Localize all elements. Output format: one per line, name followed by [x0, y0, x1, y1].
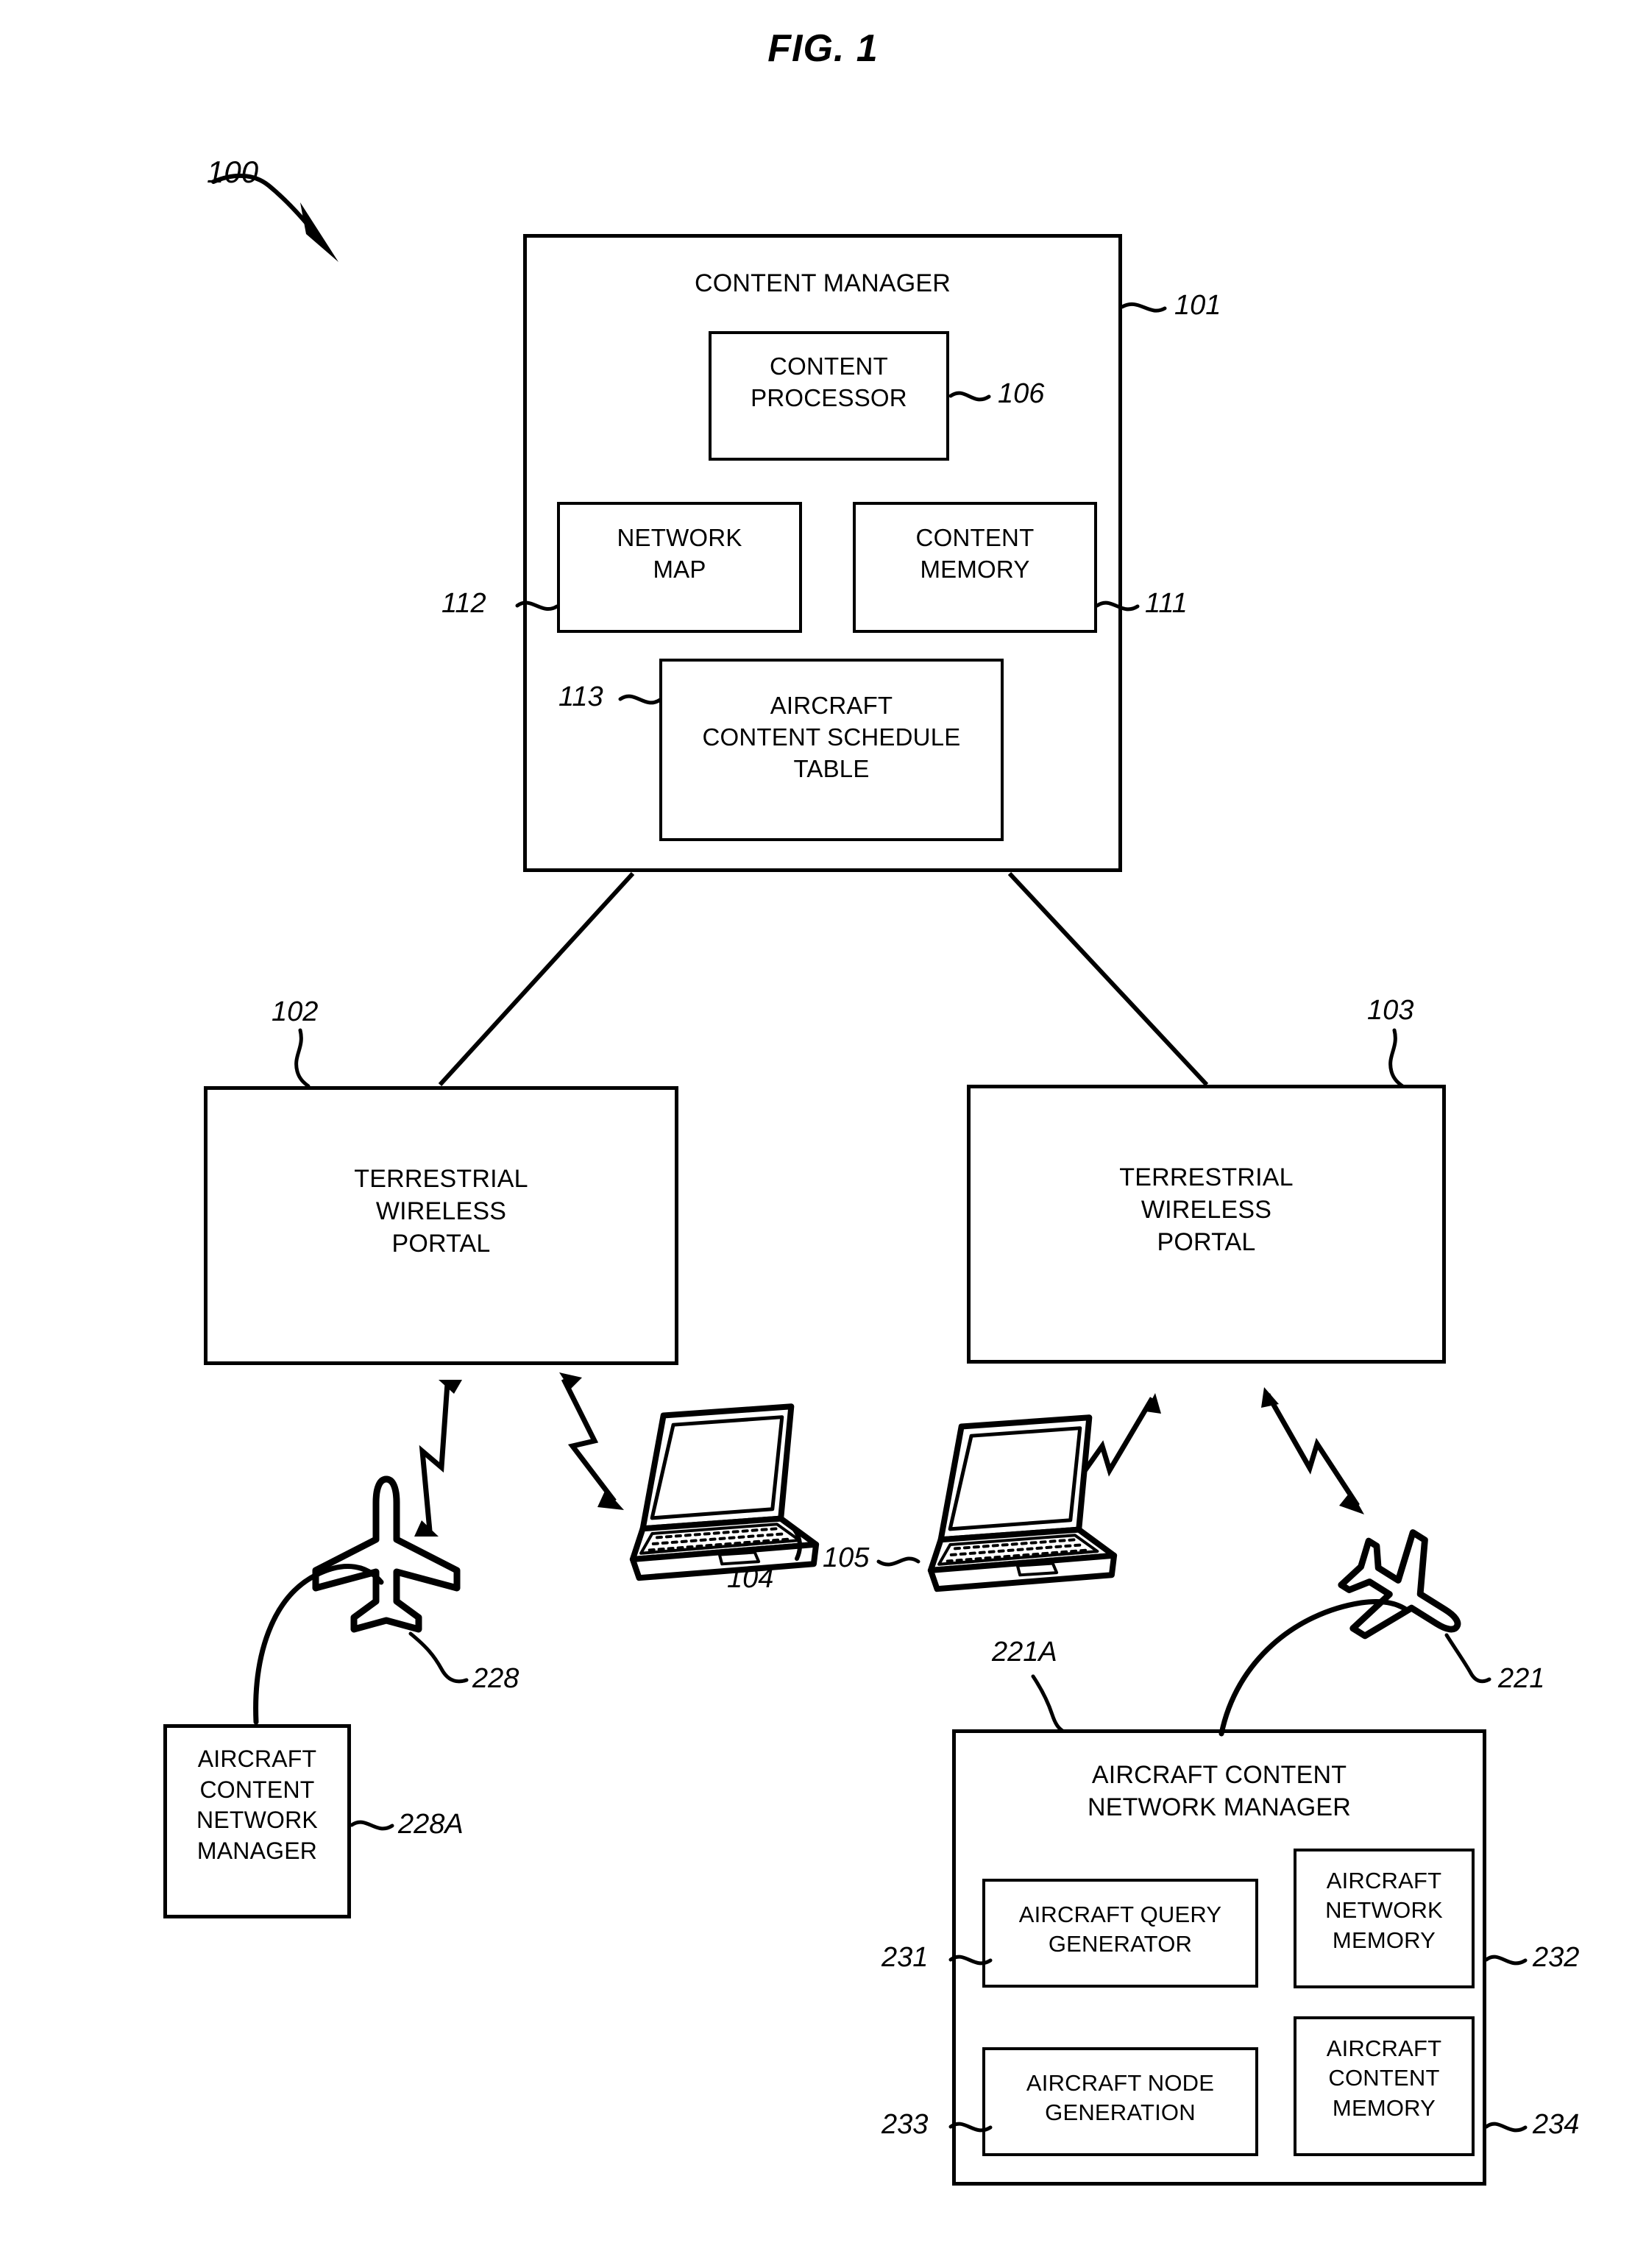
aircraft-network-memory-label: AIRCRAFT NETWORK MEMORY: [1325, 1868, 1443, 1953]
leader-103: [1388, 1028, 1405, 1088]
ref-233: 233: [881, 2109, 929, 2140]
ref-221A: 221A: [992, 1637, 1057, 1668]
leader-234: [1484, 2122, 1528, 2133]
network-map-label: NETWORK MAP: [617, 524, 742, 583]
leader-221: [1444, 1633, 1491, 1684]
aircraft-icon-221: [1338, 1529, 1461, 1640]
wireless-link-left-aircraft: [414, 1380, 462, 1537]
ref-104: 104: [727, 1563, 774, 1594]
aircraft-query-generator-label: AIRCRAFT QUERY GENERATOR: [1018, 1902, 1222, 1957]
ref-103: 103: [1367, 995, 1414, 1026]
ref-228A: 228A: [398, 1809, 464, 1840]
leader-102: [294, 1028, 311, 1088]
figure-page: FIG. 1 100 CONTENT MANAGER 101 CONTENT P…: [0, 0, 1646, 2268]
aircraft-content-memory-label: AIRCRAFT CONTENT MEMORY: [1326, 2035, 1442, 2121]
laptop-icon-104: [629, 1403, 820, 1581]
connector-cm-to-right-portal: [1007, 871, 1209, 1087]
aircraft-icon-228: [312, 1475, 461, 1633]
terrestrial-wireless-portal-left-label: TERRESTRIAL WIRELESS PORTAL: [354, 1165, 528, 1258]
ref-231: 231: [881, 1942, 929, 1973]
ref-221: 221: [1498, 1663, 1545, 1694]
leader-232: [1484, 1955, 1528, 1966]
ref-106: 106: [998, 378, 1045, 409]
aircraft-content-network-manager-right-label: AIRCRAFT CONTENT NETWORK MANAGER: [1087, 1761, 1352, 1822]
content-manager-label: CONTENT MANAGER: [694, 269, 951, 297]
content-processor-label: CONTENT PROCESSOR: [751, 352, 907, 411]
aircraft-content-network-manager-left-label: AIRCRAFT CONTENT NETWORK MANAGER: [196, 1746, 318, 1864]
wireless-link-left-laptop: [559, 1372, 624, 1510]
aircraft-node-generation-label: AIRCRAFT NODE GENERATION: [1026, 2070, 1215, 2126]
ref-101: 101: [1174, 290, 1221, 321]
ref-112: 112: [441, 588, 486, 619]
ref-102: 102: [272, 996, 319, 1027]
leader-105: [876, 1556, 920, 1567]
aircraft-content-schedule-table-label: AIRCRAFT CONTENT SCHEDULE TABLE: [702, 692, 961, 782]
ref-232: 232: [1533, 1942, 1580, 1973]
ref-113: 113: [558, 681, 603, 712]
leader-228: [408, 1631, 469, 1684]
leader-101: [1120, 302, 1167, 313]
content-memory-label: CONTENT MEMORY: [915, 524, 1035, 583]
connector-cm-to-left-portal: [438, 871, 635, 1087]
laptop-icon-105: [927, 1414, 1118, 1592]
leader-221A: [1031, 1674, 1065, 1733]
ref-234: 234: [1533, 2109, 1580, 2140]
ref-111: 111: [1145, 588, 1188, 619]
leader-228A: [350, 1820, 394, 1831]
terrestrial-wireless-portal-right-label: TERRESTRIAL WIRELESS PORTAL: [1119, 1163, 1294, 1257]
ref-105: 105: [823, 1542, 870, 1573]
wireless-link-right-aircraft: [1261, 1387, 1364, 1514]
ref-100: 100: [207, 155, 259, 189]
ref-228: 228: [472, 1663, 519, 1694]
